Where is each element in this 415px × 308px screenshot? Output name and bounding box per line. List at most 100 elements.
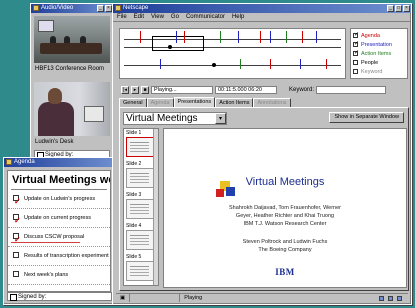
play-icon[interactable]: ▸ xyxy=(131,85,139,94)
timeline-event-marker[interactable] xyxy=(160,59,161,69)
stream-toggle[interactable]: Action Items xyxy=(353,49,405,58)
slide-organization: The Boeing Company xyxy=(258,247,312,253)
timeline-event-marker[interactable] xyxy=(326,59,327,69)
agenda-content: Virtual Meetings we Update on Ludwin's p… xyxy=(7,170,111,292)
close-icon[interactable]: × xyxy=(403,5,410,12)
timeline-event-marker[interactable] xyxy=(300,59,301,69)
stream-toggle[interactable]: Presentation xyxy=(353,40,405,49)
status-text: Playing xyxy=(184,295,203,301)
agenda-item[interactable]: Update on current progress xyxy=(8,209,110,228)
slide-thumbnail-label: Slide 1 xyxy=(126,130,142,136)
agenda-checkbox[interactable] xyxy=(13,211,21,227)
timeline-event-marker[interactable] xyxy=(220,31,221,43)
annotation-mark xyxy=(11,242,80,243)
menu-item-view[interactable]: View xyxy=(151,13,164,21)
tab-general[interactable]: General xyxy=(119,98,147,107)
agenda-checkbox[interactable] xyxy=(13,271,19,277)
timeline-selection[interactable] xyxy=(152,36,204,51)
close-icon[interactable]: × xyxy=(105,5,112,12)
timeline-event-marker[interactable] xyxy=(140,31,141,43)
agenda-item[interactable]: Update on Ludwin's progress xyxy=(8,190,110,209)
tab-action-items[interactable]: Action Items xyxy=(215,98,254,107)
stop-icon[interactable]: ■ xyxy=(141,85,149,94)
stream-checkbox[interactable] xyxy=(353,31,359,38)
stream-checkbox[interactable] xyxy=(353,49,359,56)
playback-thumb[interactable] xyxy=(212,63,216,67)
window-icon xyxy=(33,5,39,11)
agenda-item-label: Update on Ludwin's progress xyxy=(24,196,96,202)
tab-bar: General Agenda Presentations Action Items An… xyxy=(119,97,291,107)
stream-toggle[interactable]: Agenda xyxy=(353,31,405,40)
stream-label: People xyxy=(361,59,379,66)
stream-checkboxes: Agenda Presentation Action Items People Keyw… xyxy=(350,28,408,79)
agenda-titlebar[interactable]: Agenda xyxy=(4,158,115,167)
stream-label: Keyword xyxy=(361,68,383,75)
menu-item-communicator[interactable]: Communicator xyxy=(186,13,225,21)
thumbnail-scrollbar[interactable] xyxy=(153,129,158,285)
slide-authors: Geyer, Heather Richter and Khai Truong xyxy=(235,213,335,219)
menu-item-edit[interactable]: Edit xyxy=(134,13,144,21)
agenda-item[interactable]: Discuss CSCW proposal xyxy=(8,228,110,247)
tab-agenda[interactable]: Agenda xyxy=(146,98,174,107)
netscape-titlebar[interactable]: Netscape _ □ × xyxy=(113,4,411,13)
audio-video-window: Audio/Video _ × HBF13 Conference Room Lud… xyxy=(30,3,114,166)
timeline-event-marker[interactable] xyxy=(176,31,177,43)
timeline-event-marker[interactable] xyxy=(238,31,239,43)
signed-by-field[interactable]: Signed by: xyxy=(7,292,112,301)
timestamp-field[interactable]: 00:11:5.000 06:20 xyxy=(215,85,277,94)
slide-thumbnail-label: Slide 2 xyxy=(126,161,142,167)
mail-icon[interactable] xyxy=(388,295,393,301)
rewind-icon[interactable]: |◂ xyxy=(121,85,129,94)
stream-label: Agenda xyxy=(361,32,380,39)
progress-area xyxy=(130,294,181,302)
audio-video-title: Audio/Video xyxy=(41,5,74,11)
agenda-heading: Virtual Meetings we xyxy=(12,174,111,186)
agenda-window: Agenda Virtual Meetings we Update on Lud… xyxy=(3,157,116,305)
tab-annotations[interactable]: Annotations xyxy=(253,98,291,107)
projection-screen xyxy=(38,20,54,32)
timeline-cursor[interactable] xyxy=(168,45,172,49)
menu-item-go[interactable]: Go xyxy=(171,13,179,21)
stream-label: Action Items xyxy=(361,50,392,57)
stream-checkbox[interactable] xyxy=(353,40,359,47)
stream-checkbox[interactable] xyxy=(353,69,358,74)
security-lock-icon[interactable]: ▣ xyxy=(116,294,131,302)
audio-video-titlebar[interactable]: Audio/Video _ × xyxy=(31,4,113,13)
chevron-down-icon[interactable]: ▾ xyxy=(215,113,226,124)
slide-view: Virtual Meetings Shahrokh Daijavad, Tom … xyxy=(163,128,407,288)
netscape-window: Netscape _ □ × File Edit View Go Communicator H… xyxy=(112,3,412,305)
stream-checkbox[interactable] xyxy=(353,60,358,65)
presentations-panel: Virtual Meetings ▾ Show in Separate Wind… xyxy=(119,107,409,291)
timeline-event-marker[interactable] xyxy=(270,31,271,43)
menu-item-help[interactable]: Help xyxy=(232,13,244,21)
minimize-icon[interactable]: _ xyxy=(387,5,394,12)
slide-logo-square xyxy=(216,189,224,197)
agenda-item[interactable]: Next week's plans xyxy=(8,266,110,285)
navigator-icon[interactable] xyxy=(379,295,384,301)
meeting-timeline[interactable] xyxy=(119,28,346,79)
menu-item-file[interactable]: File xyxy=(117,13,127,21)
agenda-checkbox[interactable] xyxy=(13,192,21,208)
timeline-event-marker[interactable] xyxy=(240,59,241,69)
timeline-event-marker[interactable] xyxy=(316,31,317,43)
timeline-event-marker[interactable] xyxy=(184,31,185,43)
tab-presentations[interactable]: Presentations xyxy=(173,97,216,107)
participant-head xyxy=(48,88,62,104)
keyword-input[interactable] xyxy=(316,85,387,94)
timeline-event-marker[interactable] xyxy=(260,31,261,43)
stream-toggle[interactable]: Keyword xyxy=(353,67,405,76)
presentation-select[interactable]: Virtual Meetings ▾ xyxy=(123,112,227,125)
agenda-checkbox[interactable] xyxy=(13,230,21,246)
timeline-event-marker[interactable] xyxy=(270,59,271,69)
minimize-icon[interactable]: _ xyxy=(97,5,104,12)
maximize-icon[interactable]: □ xyxy=(395,5,402,12)
slide-thumbnail-preview xyxy=(126,199,156,219)
agenda-checkbox[interactable] xyxy=(13,252,19,258)
agenda-item[interactable]: Results of transcription experiment xyxy=(8,247,110,266)
netscape-title: Netscape xyxy=(123,5,149,11)
timeline-event-marker[interactable] xyxy=(286,31,287,43)
composer-icon[interactable] xyxy=(397,295,402,301)
timeline-event-marker[interactable] xyxy=(302,31,303,43)
show-separate-window-button[interactable]: Show in Separate Window xyxy=(329,112,404,123)
stream-toggle[interactable]: People xyxy=(353,58,405,67)
